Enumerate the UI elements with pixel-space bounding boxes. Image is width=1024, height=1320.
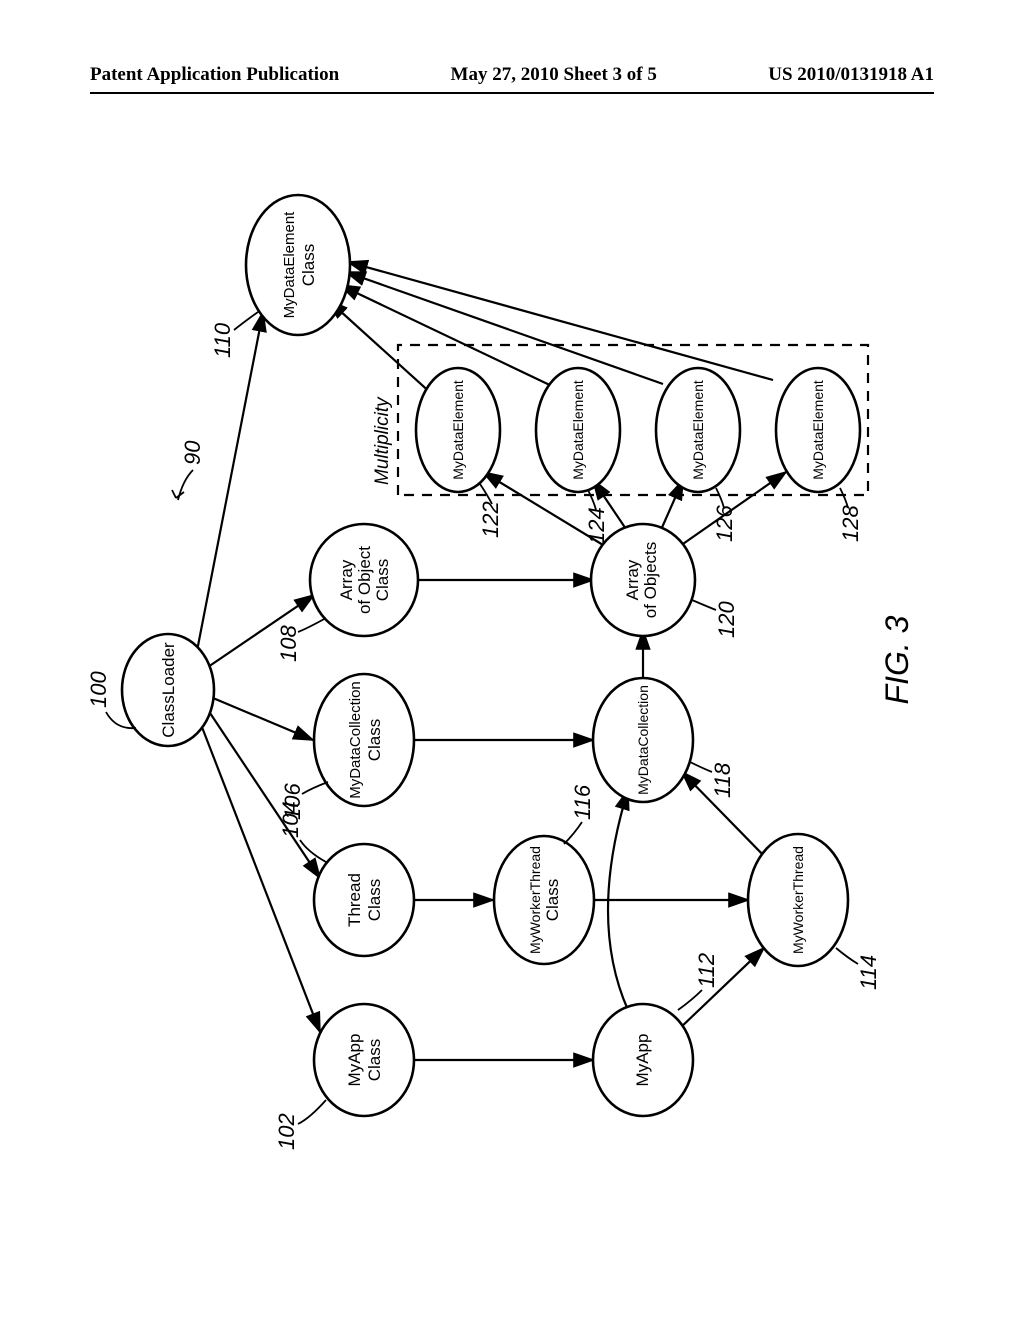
edge-122-110 (328, 300, 433, 395)
leader-102 (298, 1100, 326, 1124)
header-right: US 2010/0131918 A1 (768, 64, 934, 86)
leader-118 (690, 762, 712, 772)
node-102-label1: MyApp (345, 1034, 364, 1087)
leader-108 (298, 618, 326, 632)
ref-122: 122 (478, 501, 503, 538)
ref-124: 124 (584, 507, 609, 544)
leader-112 (678, 990, 702, 1010)
ref-116: 116 (570, 784, 595, 820)
ref-110: 110 (210, 322, 235, 358)
header-center: May 27, 2010 Sheet 3 of 5 (451, 64, 657, 86)
node-108-label1: Array (337, 559, 356, 600)
leader-110 (234, 312, 258, 330)
node-104-label2: Class (365, 879, 384, 922)
node-116-label2: Class (543, 879, 562, 922)
node-102 (314, 1004, 414, 1116)
node-124-label1: MyDataElement (570, 380, 586, 480)
ref-120: 120 (714, 601, 739, 638)
leader-124 (588, 490, 596, 510)
ref-100: 100 (88, 671, 111, 708)
node-106-label2: Class (365, 719, 384, 762)
leader-104 (300, 840, 326, 862)
node-106-label1: MyDataCollection (347, 681, 364, 799)
node-120-label2: of Objects (641, 542, 660, 619)
node-labels: ClassLoader MyApp Class Thread Class MyD… (159, 211, 826, 1087)
figure-label: FIG. 3 (879, 615, 915, 704)
ref-128: 128 (838, 505, 863, 542)
ref-106: 106 (280, 783, 305, 820)
multiplicity-group-label: Multiplicity (372, 396, 393, 485)
ref-126: 126 (712, 505, 737, 542)
node-110 (246, 195, 350, 335)
node-108-label2: of Object (355, 546, 374, 614)
node-116-label1: MyWorkerThread (527, 846, 543, 954)
graph-svg: Multiplicity ClassLoader MyApp Class T (88, 160, 936, 1160)
leader-106 (302, 782, 328, 794)
ref-118: 118 (710, 762, 735, 798)
node-126-label1: MyDataElement (690, 380, 706, 480)
node-106 (314, 674, 414, 806)
node-100-label: ClassLoader (159, 642, 178, 738)
edge-100-110 (196, 312, 263, 656)
edge-126-110 (346, 272, 663, 384)
node-128-label1: MyDataElement (810, 380, 826, 480)
ref-90: 90 (180, 440, 205, 465)
edge-100-106 (213, 698, 313, 740)
edge-120-126 (660, 480, 683, 532)
node-118-label1: MyDataCollection (635, 685, 651, 795)
header-left: Patent Application Publication (90, 64, 339, 86)
page-header: Patent Application Publication May 27, 2… (90, 64, 934, 86)
ref-108: 108 (276, 625, 301, 662)
edge-128-110 (348, 262, 773, 380)
node-120-label1: Array (623, 559, 642, 600)
leader-128 (840, 488, 848, 508)
header-rule (90, 92, 934, 94)
leader-90-head (172, 490, 184, 498)
node-122-label1: MyDataElement (450, 380, 466, 480)
node-104-label1: Thread (345, 873, 364, 927)
edge-112-114 (678, 948, 764, 1030)
node-108-label3: Class (373, 559, 392, 602)
leader-116 (564, 822, 582, 844)
node-104 (314, 844, 414, 956)
node-110-label1: MyDataElement (281, 211, 298, 319)
ref-102: 102 (274, 1113, 299, 1150)
leader-120 (692, 600, 716, 610)
node-114-label1: MyWorkerThread (790, 846, 806, 954)
edge-100-102 (200, 722, 320, 1032)
ref-112: 112 (694, 953, 719, 988)
leader-126 (716, 488, 724, 508)
figure-3-graph: Multiplicity ClassLoader MyApp Class T (88, 160, 936, 1160)
leader-114 (836, 948, 858, 964)
node-102-label2: Class (365, 1039, 384, 1082)
node-112-label1: MyApp (633, 1034, 652, 1087)
ref-114: 114 (856, 955, 881, 990)
node-110-label2: Class (299, 244, 318, 287)
